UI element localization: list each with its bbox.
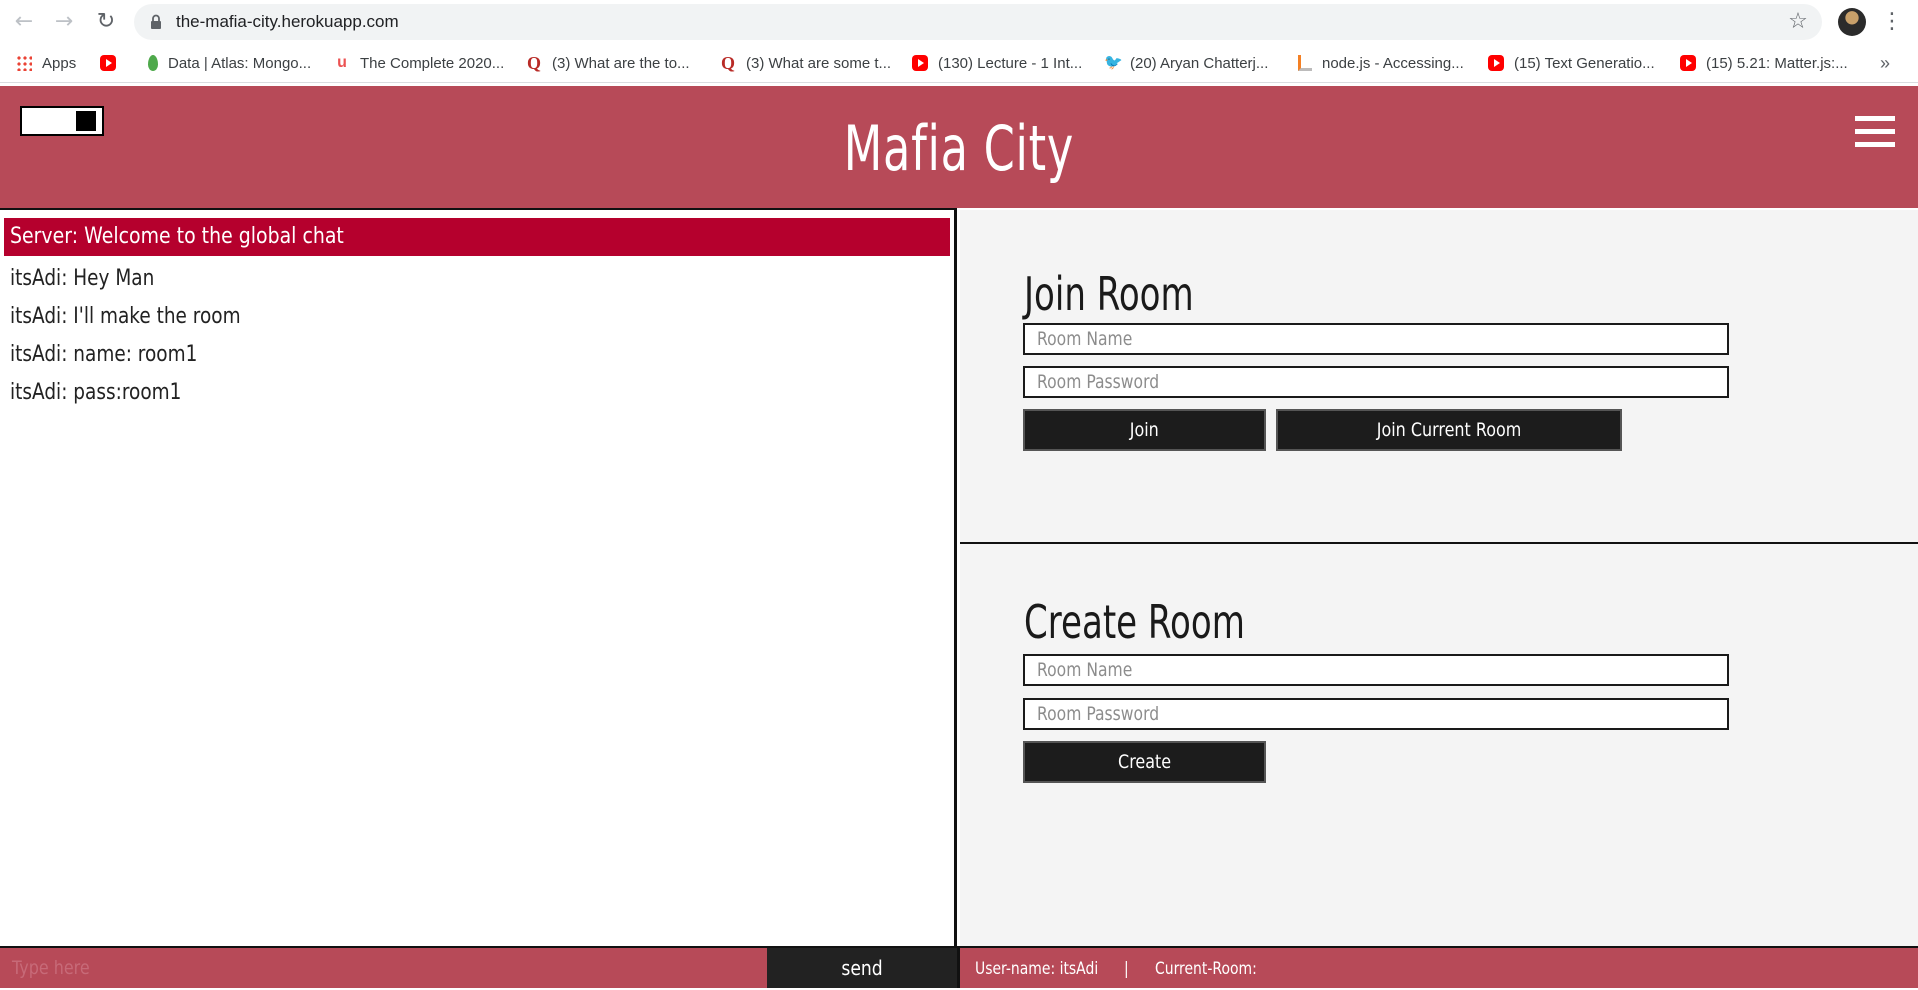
stackoverflow-icon xyxy=(1298,55,1312,71)
create-button[interactable]: Create xyxy=(1023,741,1266,783)
placeholder-text: Room Password xyxy=(1037,703,1160,725)
quora-icon: Q xyxy=(526,53,541,73)
browser-toolbar: ← → ↻ the-mafia-city.herokuapp.com ☆ ⋮ xyxy=(0,0,1918,44)
status-bar: User-name: itsAdi | Current-Room: xyxy=(957,948,1918,988)
youtube-icon xyxy=(912,55,928,71)
bookmark-label: (15) Text Generatio... xyxy=(1514,54,1655,72)
bookmark-label: (15) 5.21: Matter.js:... xyxy=(1706,54,1848,72)
youtube-icon xyxy=(100,55,116,71)
join-button[interactable]: Join xyxy=(1023,409,1266,451)
join-room-password-input[interactable]: Room Password xyxy=(1023,366,1729,398)
bookmark-label: (3) What are the to... xyxy=(552,54,690,72)
browser-menu-icon[interactable]: ⋮ xyxy=(1880,10,1904,34)
create-room-password-input[interactable]: Room Password xyxy=(1023,698,1729,730)
bookmark-quora-1[interactable]: Q (3) What are the to... xyxy=(526,44,690,82)
placeholder-text: Room Name xyxy=(1037,659,1133,681)
chat-message: itsAdi: Hey Man xyxy=(10,266,155,291)
lock-icon xyxy=(151,14,161,29)
bookmark-text-generation[interactable]: (15) Text Generatio... xyxy=(1488,44,1655,82)
bookmark-label: (20) Aryan Chatterj... xyxy=(1130,54,1269,72)
app-header: Mafia City xyxy=(0,86,1918,208)
join-room-title: Join Room xyxy=(1024,267,1194,321)
chat-message: itsAdi: name: room1 xyxy=(10,342,198,367)
forward-icon[interactable]: → xyxy=(52,10,76,34)
hamburger-menu-icon[interactable] xyxy=(1855,116,1895,148)
udemy-icon: u xyxy=(337,54,347,71)
bookmark-mongodb[interactable]: Data | Atlas: Mongo... xyxy=(144,44,311,82)
bookmarks-bar: Apps Data | Atlas: Mongo... u The Comple… xyxy=(0,44,1918,83)
status-separator: | xyxy=(1124,959,1129,979)
profile-avatar[interactable] xyxy=(1838,8,1866,36)
bookmark-stackoverflow[interactable]: node.js - Accessing... xyxy=(1298,44,1464,82)
current-room-status: Current-Room: xyxy=(1155,959,1257,979)
chat-message: itsAdi: pass:room1 xyxy=(10,380,182,405)
bookmark-label: Data | Atlas: Mongo... xyxy=(168,54,312,72)
twitter-icon: 🐦 xyxy=(1104,54,1123,71)
bookmark-apps[interactable]: Apps xyxy=(16,44,76,82)
create-room-name-input[interactable]: Room Name xyxy=(1023,654,1729,686)
app-title: Mafia City xyxy=(843,112,1075,185)
chat-message: itsAdi: I'll make the room xyxy=(10,304,241,329)
bookmark-matterjs[interactable]: (15) 5.21: Matter.js:... xyxy=(1680,44,1848,82)
join-current-room-button[interactable]: Join Current Room xyxy=(1276,409,1622,451)
bookmark-label: (130) Lecture - 1 Int... xyxy=(938,54,1083,72)
more-bookmarks-icon[interactable]: » xyxy=(1880,44,1890,82)
placeholder-text: Room Password xyxy=(1037,371,1160,393)
bookmark-label: (3) What are some t... xyxy=(746,54,892,72)
bookmark-label: Apps xyxy=(42,54,77,72)
bookmark-label: The Complete 2020... xyxy=(360,54,505,72)
global-chat-panel: Server: Welcome to the global chat itsAd… xyxy=(0,208,957,948)
create-room-title: Create Room xyxy=(1024,595,1245,649)
youtube-icon xyxy=(1488,55,1504,71)
bookmark-youtube[interactable] xyxy=(100,44,126,82)
bookmark-star-icon[interactable]: ☆ xyxy=(1786,10,1810,34)
server-message: Server: Welcome to the global chat xyxy=(4,218,950,256)
bookmark-lecture[interactable]: (130) Lecture - 1 Int... xyxy=(912,44,1082,82)
bookmark-twitter[interactable]: 🐦 (20) Aryan Chatterj... xyxy=(1104,44,1268,82)
create-room-panel: Create Room Room Name Room Password Crea… xyxy=(960,544,1918,948)
bookmark-label: node.js - Accessing... xyxy=(1322,54,1464,72)
quora-icon: Q xyxy=(720,53,735,73)
send-button[interactable]: send xyxy=(767,948,957,988)
back-icon[interactable]: ← xyxy=(12,10,36,34)
address-bar[interactable]: the-mafia-city.herokuapp.com ☆ xyxy=(134,4,1822,40)
join-room-panel: Join Room Room Name Room Password Join J… xyxy=(960,210,1918,544)
placeholder-text: Room Name xyxy=(1037,328,1133,350)
mongodb-leaf-icon xyxy=(148,55,158,71)
youtube-icon xyxy=(1680,55,1696,71)
url-text[interactable]: the-mafia-city.herokuapp.com xyxy=(176,4,399,40)
join-room-name-input[interactable]: Room Name xyxy=(1023,323,1729,355)
apps-grid-icon xyxy=(16,55,32,71)
chat-input-placeholder: Type here xyxy=(12,957,90,979)
username-status: User-name: itsAdi xyxy=(975,959,1099,979)
bookmark-udemy[interactable]: u The Complete 2020... xyxy=(334,44,504,82)
reload-icon[interactable]: ↻ xyxy=(94,10,118,34)
chat-input[interactable]: Type here xyxy=(0,948,767,988)
bookmark-quora-2[interactable]: Q (3) What are some t... xyxy=(720,44,891,82)
